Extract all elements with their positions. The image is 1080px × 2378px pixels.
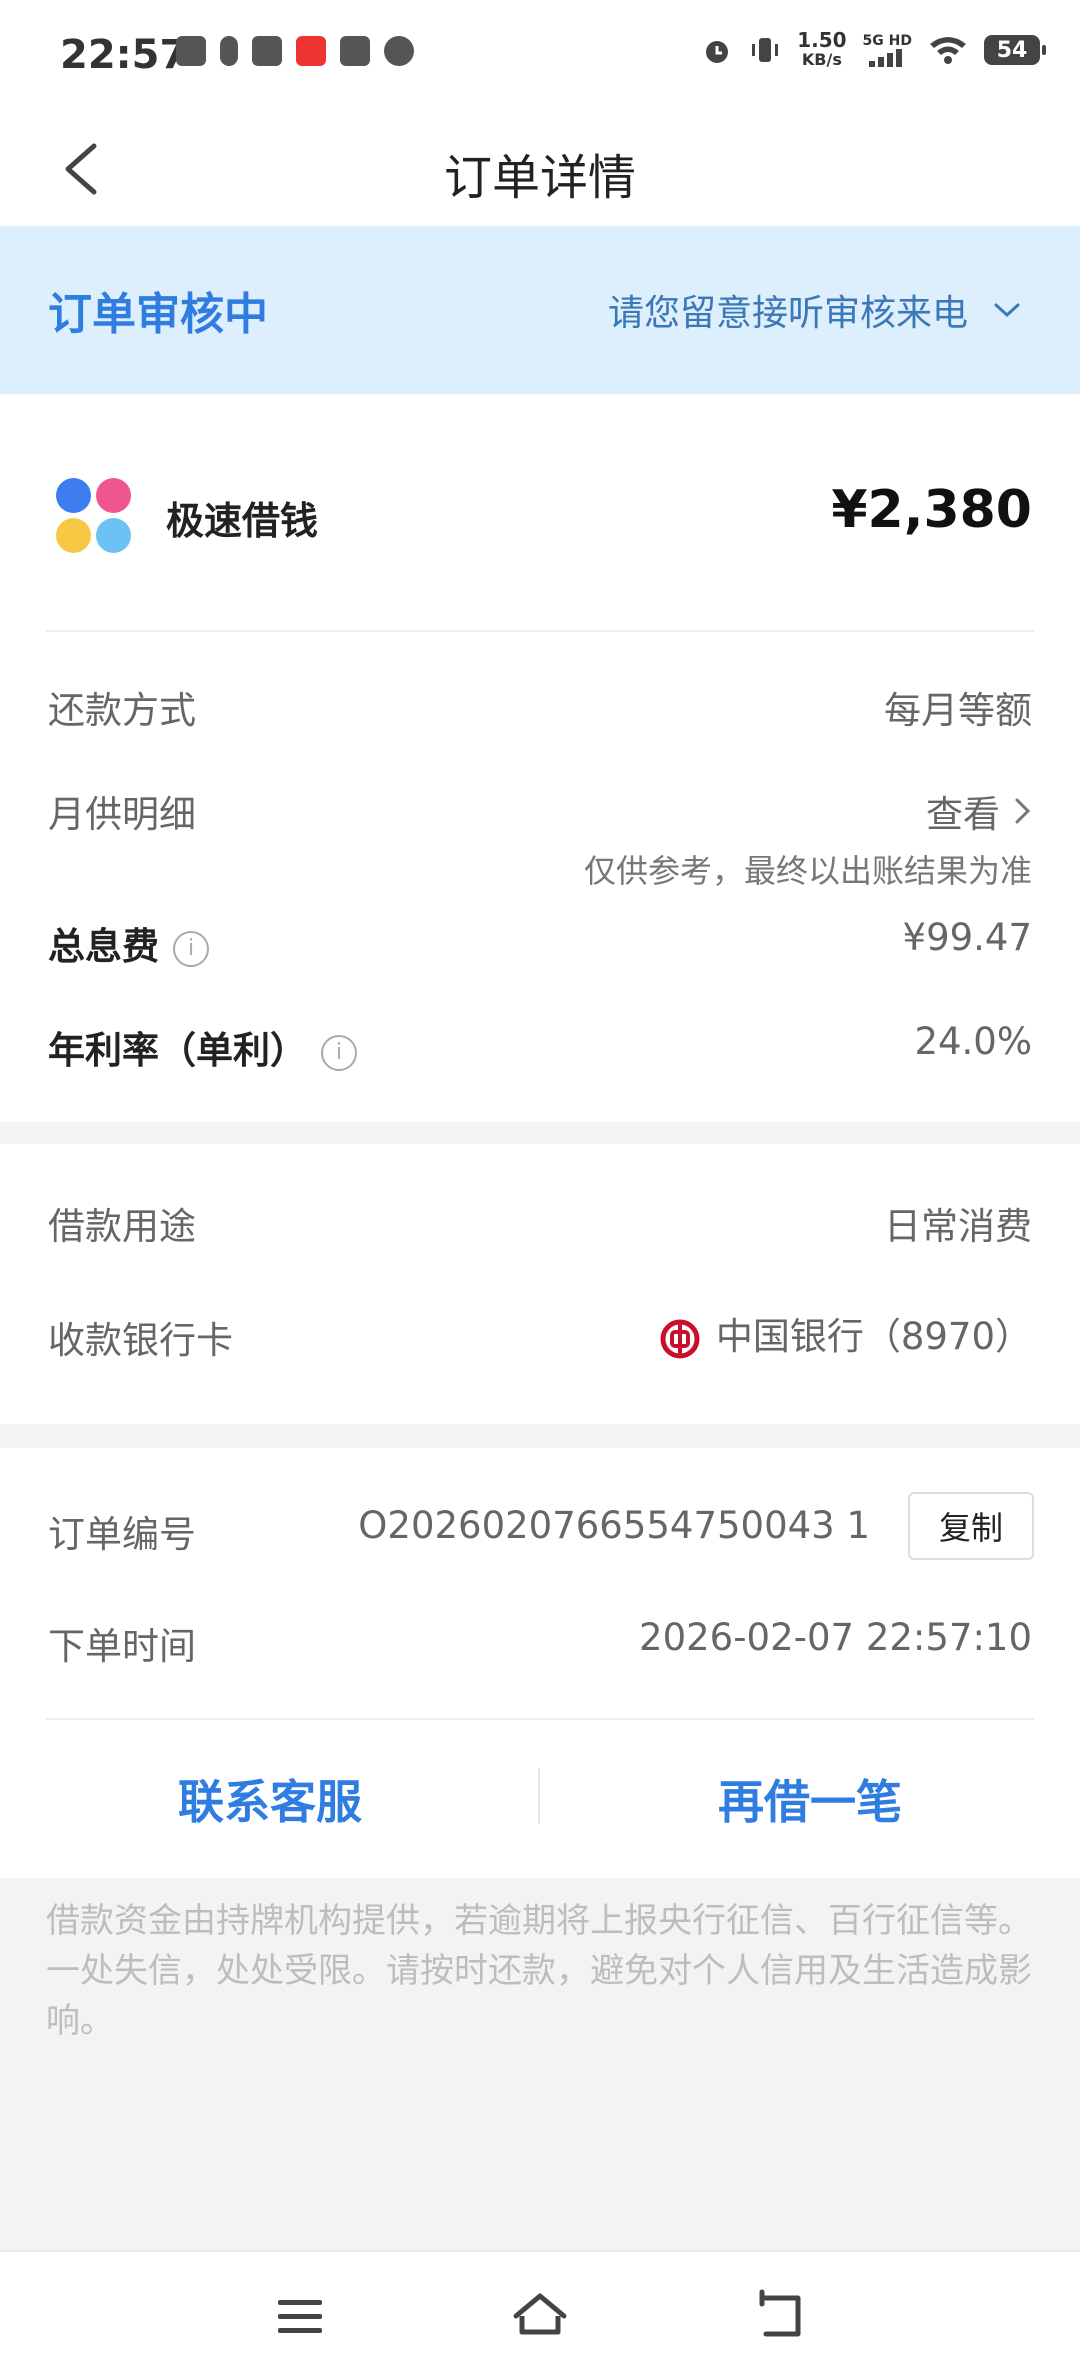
net-speed-unit: KB/s [801,50,842,69]
info-icon[interactable]: i [321,1034,357,1071]
copy-button[interactable]: 复制 [908,1492,1034,1560]
back-nav-icon[interactable] [750,2286,810,2346]
bank-card-label: 收款银行卡 [48,1319,233,1362]
bank-card-value: 中国银行（8970） [660,1306,1032,1360]
order-id-label: 订单编号 [48,1513,196,1556]
repay-method-label: 还款方式 [48,689,196,732]
bird-notification-icon [384,36,414,66]
disclaimer-text: 借款资金由持牌机构提供，若逾期将上报央行征信、百行征信等。一处失信，处处受限。请… [46,1901,1032,2041]
order-status-text: 订单审核中 [48,289,268,340]
app-notification-icon-2 [340,36,370,66]
total-interest-label: 总息费 i [48,916,209,970]
bank-of-china-icon [660,1319,700,1358]
annual-rate-label: 年利率（单利） i [48,1020,357,1074]
divider [46,630,1034,632]
system-status-icons: 1.50 KB/s 5G HD 54 [701,30,1046,70]
divider [46,1718,1034,1720]
status-time: 22:57 [60,32,188,78]
monthly-detail-link[interactable]: 查看 [926,784,1032,838]
purpose-value: 日常消费 [884,1205,1032,1248]
monthly-detail-label: 月供明细 [48,793,196,836]
order-time-label: 下单时间 [48,1625,196,1668]
order-info-card: 订单编号 O2026020766554750043 1 复制 下单时间 2026… [0,1448,1080,1878]
bank-card-text: 中国银行（8970） [715,1315,1032,1358]
total-interest-value: ¥99.47 [902,916,1032,959]
info-icon[interactable]: i [173,930,209,967]
monthly-detail-link-text: 查看 [926,793,1000,836]
status-bar: 22:57 1.50 KB/s 5G HD 54 [0,0,1080,110]
wifi-icon [930,37,966,64]
app-notification-icon [176,36,206,66]
alarm-icon [706,41,729,63]
net-speed-value: 1.50 [797,28,847,52]
monthly-detail-note: 仅供参考，最终以出账结果为准 [583,852,1032,890]
weibo-notification-icon [252,36,282,66]
order-time-value: 2026-02-07 22:57:10 [639,1616,1032,1659]
nav-bar: 订单详情 [0,110,1080,226]
shopping-notification-icon [296,36,326,66]
repay-method-value: 每月等额 [884,689,1032,732]
menu-icon[interactable] [270,2286,330,2346]
battery-indicator: 54 [984,35,1046,65]
loan-amount: ¥2,380 [831,480,1032,540]
annual-rate-label-text: 年利率（单利） [48,1029,307,1072]
home-icon[interactable] [510,2286,570,2346]
contact-service-button[interactable]: 联系客服 [178,1766,362,1832]
order-status-banner[interactable]: 订单审核中 请您留意接听审核来电 [0,226,1080,394]
product-name: 极速借钱 [166,499,319,543]
purpose-label: 借款用途 [48,1205,196,1248]
chevron-right-icon [1015,798,1031,824]
order-id-value: O2026020766554750043 1 [358,1504,870,1547]
system-nav-bar [0,2250,1080,2378]
network-label: 5G HD [862,33,912,49]
music-notification-icon [220,36,238,66]
product-logo-icon [56,478,132,554]
status-hint[interactable]: 请您留意接听审核来电 [608,284,1022,336]
loan-detail-card: 极速借钱 ¥2,380 还款方式 每月等额 月供明细 查看 仅供参考，最终以出账… [0,394,1080,1122]
signal-icon [869,49,903,67]
action-separator [538,1768,540,1824]
page-title: 订单详情 [443,150,636,206]
usage-card: 借款用途 日常消费 收款银行卡 中国银行（8970） [0,1144,1080,1424]
total-interest-label-text: 总息费 [48,925,159,968]
vibrate-icon [752,38,779,62]
chevron-down-icon [994,303,1020,318]
borrow-again-button[interactable]: 再借一笔 [718,1766,902,1832]
signal-group: 5G HD [863,33,912,67]
annual-rate-value: 24.0% [914,1020,1032,1063]
status-hint-text: 请您留意接听审核来电 [607,293,968,334]
net-speed: 1.50 KB/s [797,30,846,70]
notification-icons [176,36,414,66]
